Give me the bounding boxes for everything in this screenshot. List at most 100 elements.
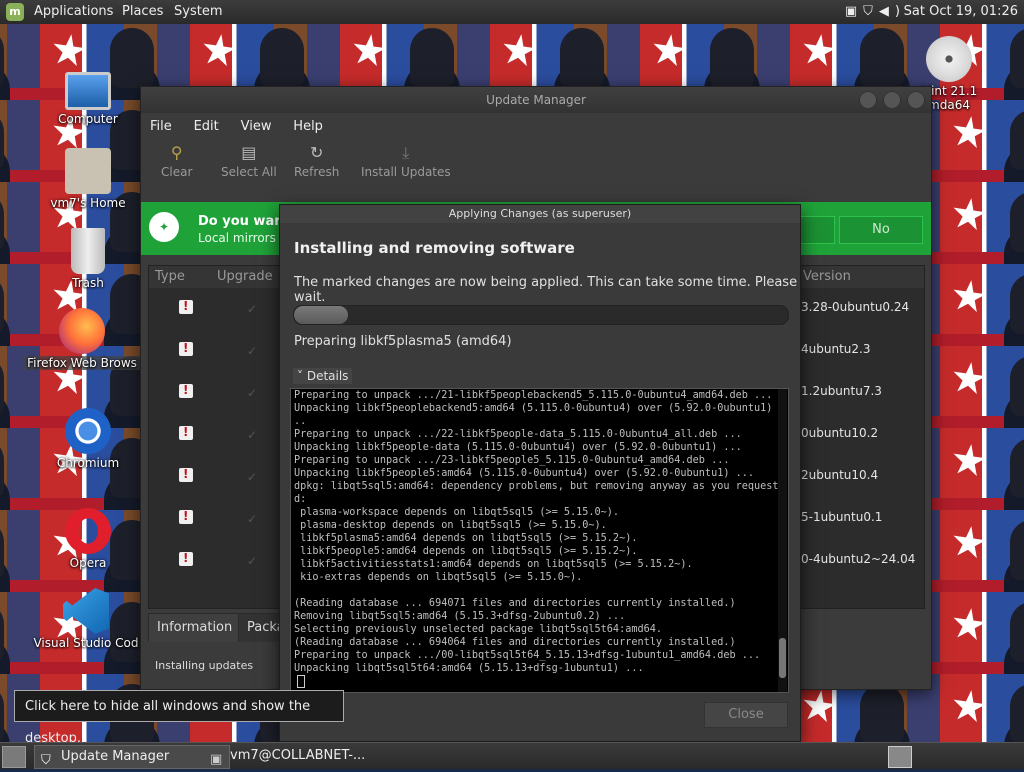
terminal-line: (Reading database ... 694071 files and d… bbox=[294, 598, 736, 609]
download-icon: ⤓ bbox=[402, 143, 410, 162]
menu-edit[interactable]: Edit bbox=[185, 113, 228, 134]
terminal-line: .. bbox=[294, 416, 307, 427]
select-all-button[interactable]: ▤ Select All bbox=[221, 143, 277, 179]
wallpaper-tile bbox=[940, 592, 1024, 676]
details-expander[interactable]: ˅ Details bbox=[293, 368, 353, 384]
upgrade-checkbox[interactable]: ✓ bbox=[247, 470, 257, 484]
clock[interactable]: Sat Oct 19, 01:26 bbox=[904, 4, 1018, 19]
upgrade-checkbox[interactable]: ✓ bbox=[247, 386, 257, 400]
terminal-line: d: bbox=[294, 494, 307, 505]
bottom-panel: ⛉ Update Manager ▣ vm7@COLLABNET-... bbox=[0, 742, 1024, 769]
refresh-label: Refresh bbox=[294, 165, 340, 179]
taskbar-item-update-manager[interactable]: ⛉ Update Manager bbox=[34, 745, 230, 769]
column-version[interactable]: Version bbox=[803, 269, 851, 284]
wallpaper-tile bbox=[940, 674, 1024, 744]
clear-button[interactable]: ⚲ Clear bbox=[161, 143, 192, 179]
column-type[interactable]: Type bbox=[155, 269, 185, 284]
terminal-line: Unpacking libkf5people5:amd64 (5.115.0-0… bbox=[294, 468, 755, 479]
top-panel: m Applications Places System ▣⛉◀) Sat Oc… bbox=[0, 0, 1024, 24]
upgrade-checkbox[interactable]: ✓ bbox=[247, 554, 257, 568]
minimize-button[interactable] bbox=[859, 91, 877, 109]
volume-icon[interactable]: ◀) bbox=[879, 4, 906, 19]
security-update-icon bbox=[179, 509, 193, 524]
desktop-icon-vscode[interactable]: Visual Studio Cod bbox=[26, 588, 146, 650]
maximize-button[interactable] bbox=[883, 91, 901, 109]
terminal-lines: Preparing to unpack .../21-libkf5peopleb… bbox=[291, 389, 788, 688]
wallpaper-tile bbox=[940, 264, 1024, 348]
version-cell: 4ubuntu2.3 bbox=[801, 342, 871, 356]
dialog-title[interactable]: Applying Changes (as superuser) bbox=[280, 205, 800, 223]
places-menu[interactable]: Places bbox=[122, 4, 163, 19]
infobar-yes-button[interactable] bbox=[799, 216, 835, 244]
menu-help[interactable]: Help bbox=[284, 113, 332, 134]
workspace-switcher[interactable] bbox=[888, 746, 912, 768]
progress-bar bbox=[293, 305, 789, 325]
firefox-icon bbox=[59, 308, 105, 354]
taskbar-item-terminal[interactable]: ▣ vm7@COLLABNET-... bbox=[204, 745, 400, 767]
desktop-icon-opera[interactable]: Opera bbox=[28, 508, 148, 570]
mint-menu-icon[interactable]: m bbox=[6, 3, 24, 21]
current-action: Preparing libkf5plasma5 (amd64) bbox=[294, 334, 512, 349]
wallpaper-tile bbox=[940, 510, 1024, 594]
close-button[interactable]: Close bbox=[704, 702, 788, 728]
desktop-icon-label: Trash bbox=[72, 276, 104, 290]
network-icon[interactable]: ▣ bbox=[845, 4, 863, 19]
window-titlebar[interactable]: Update Manager bbox=[141, 87, 931, 113]
toolbar: ⚲ Clear ▤ Select All ↻ Refresh ⤓ Install… bbox=[141, 141, 931, 191]
desktop-icon-firefox[interactable]: Firefox Web Brows bbox=[22, 308, 142, 370]
window-title: Update Manager bbox=[486, 93, 586, 107]
terminal-line: libkf5plasma5:amd64 depends on libqt5sql… bbox=[294, 533, 638, 544]
details-label: Details bbox=[306, 369, 349, 383]
desktop-icon-home[interactable]: vm7's Home bbox=[28, 148, 148, 210]
terminal-line: libkf5people5:amd64 depends on libqt5sql… bbox=[294, 546, 638, 557]
wallpaper-tile bbox=[940, 346, 1024, 430]
security-update-icon bbox=[179, 551, 193, 566]
chevron-down-icon: ˅ bbox=[297, 369, 307, 383]
infobar-no-button[interactable]: No bbox=[839, 216, 923, 244]
menu-view[interactable]: View bbox=[232, 113, 281, 134]
upgrade-checkbox[interactable]: ✓ bbox=[247, 302, 257, 316]
desktop-icon-chromium[interactable]: Chromium bbox=[28, 408, 148, 470]
close-window-button[interactable] bbox=[907, 91, 925, 109]
applications-menu[interactable]: Applications bbox=[34, 4, 113, 19]
desktop-icon-trash[interactable]: Trash bbox=[28, 228, 148, 290]
shield-icon[interactable]: ⛉ bbox=[863, 4, 879, 19]
document-icon: ▤ bbox=[241, 143, 257, 162]
terminal-line: Unpacking libkf5people-data (5.115.0-0ub… bbox=[294, 442, 742, 453]
install-updates-button[interactable]: ⤓ Install Updates bbox=[361, 143, 451, 179]
version-cell: 5-1ubuntu0.1 bbox=[801, 510, 883, 524]
refresh-button[interactable]: ↻ Refresh bbox=[294, 143, 339, 179]
terminal-cursor bbox=[297, 675, 305, 688]
opera-icon bbox=[65, 508, 111, 554]
optical-disc-icon bbox=[926, 36, 972, 82]
terminal-line: kio-extras depends on libqt5sql5 (>= 5.1… bbox=[294, 572, 583, 583]
desktop-icon-label: Chromium bbox=[56, 456, 120, 470]
terminal-output[interactable]: Preparing to unpack .../21-libkf5peopleb… bbox=[290, 388, 789, 693]
menubar: File Edit View Help bbox=[141, 113, 931, 141]
desktop-icon-label: Computer bbox=[58, 112, 118, 126]
broom-icon: ⚲ bbox=[170, 143, 183, 162]
scrollbar-thumb[interactable] bbox=[779, 638, 786, 678]
tab-information[interactable]: Information bbox=[148, 613, 242, 642]
upgrade-checkbox[interactable]: ✓ bbox=[247, 344, 257, 358]
infobar-title: Do you want bbox=[198, 214, 290, 229]
select-all-label: Select All bbox=[221, 165, 277, 179]
clear-label: Clear bbox=[161, 165, 193, 179]
version-cell: 2ubuntu10.4 bbox=[801, 468, 879, 482]
computer-icon bbox=[65, 72, 111, 110]
terminal-line: Preparing to unpack .../23-libkf5people5… bbox=[294, 455, 730, 466]
show-desktop-button[interactable] bbox=[2, 746, 26, 768]
upgrade-checkbox[interactable]: ✓ bbox=[247, 512, 257, 526]
terminal-line: Selecting previously unselected package … bbox=[294, 624, 663, 635]
system-menu[interactable]: System bbox=[174, 4, 222, 19]
upgrade-checkbox[interactable]: ✓ bbox=[247, 428, 257, 442]
terminal-scrollbar[interactable] bbox=[778, 389, 787, 692]
security-update-icon bbox=[179, 467, 193, 482]
column-upgrade[interactable]: Upgrade bbox=[217, 269, 273, 284]
terminal-line: plasma-workspace depends on libqt5sql5 (… bbox=[294, 507, 620, 518]
terminal-line: (Reading database ... 694064 files and d… bbox=[294, 637, 736, 648]
terminal-line: Preparing to unpack .../22-libkf5people-… bbox=[294, 429, 742, 440]
menu-file[interactable]: File bbox=[141, 113, 181, 134]
desktop-icon-computer[interactable]: Computer bbox=[28, 66, 148, 126]
